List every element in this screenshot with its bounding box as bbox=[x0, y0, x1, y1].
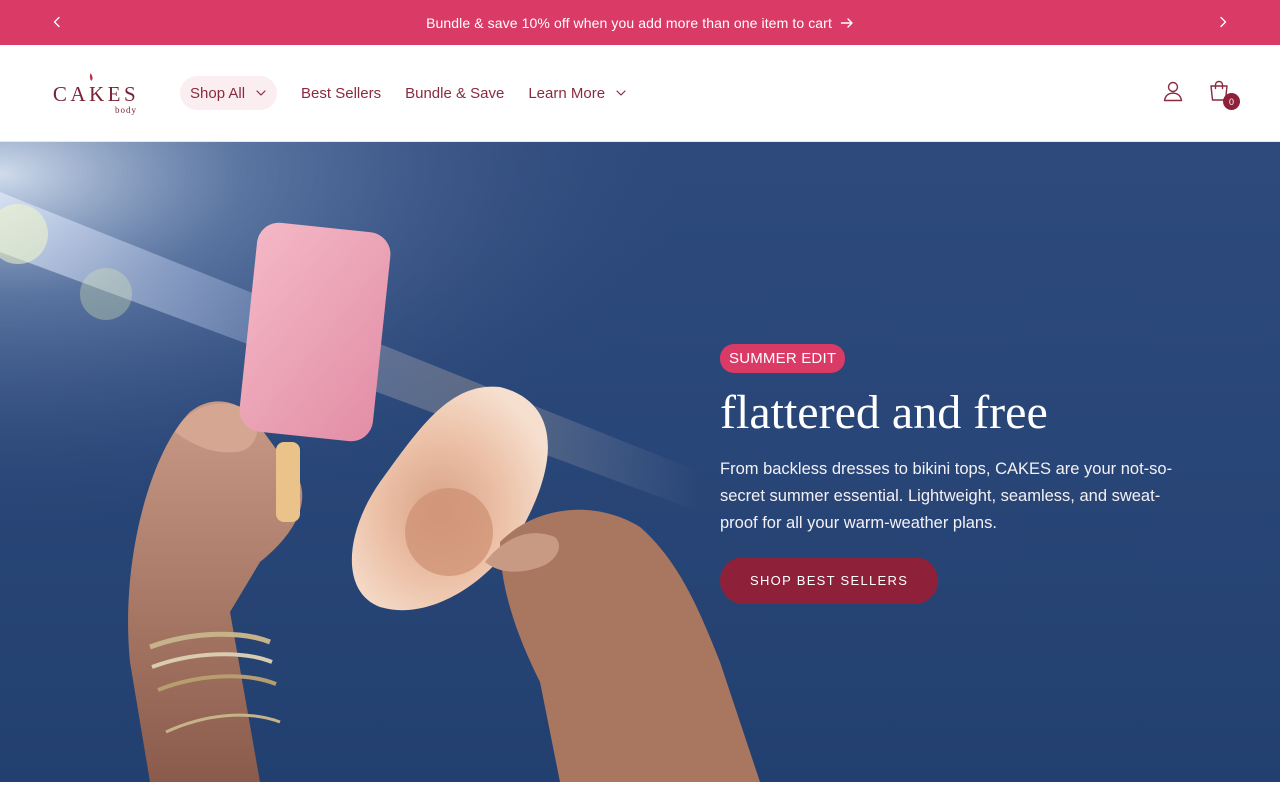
shop-best-sellers-button[interactable]: SHOP BEST SELLERS bbox=[720, 556, 939, 604]
chevron-down-icon bbox=[616, 90, 626, 96]
arrow-right-icon bbox=[840, 17, 853, 28]
chevron-left-icon bbox=[53, 16, 60, 28]
announcement-text: Bundle & save 10% off when you add more … bbox=[426, 14, 832, 31]
nav-shop-all-label: Shop All bbox=[190, 84, 246, 102]
nav-best-sellers[interactable]: Best Sellers bbox=[289, 76, 393, 110]
chevron-right-icon bbox=[1220, 16, 1227, 28]
svg-text:body: body bbox=[115, 105, 137, 115]
header-actions: 0 bbox=[1160, 78, 1240, 110]
nav-bundle-save-label: Bundle & Save bbox=[405, 84, 505, 102]
nav-bundle-save[interactable]: Bundle & Save bbox=[393, 76, 516, 110]
nav-best-sellers-label: Best Sellers bbox=[301, 84, 382, 102]
hero-banner: SUMMER EDIT flattered and free From back… bbox=[0, 142, 1280, 782]
hero-description: From backless dresses to bikini tops, CA… bbox=[720, 459, 1173, 532]
hero-content: SUMMER EDIT flattered and free From back… bbox=[720, 344, 1200, 604]
announcement-prev-button[interactable] bbox=[46, 11, 68, 33]
nav-learn-more[interactable]: Learn More bbox=[516, 76, 639, 110]
hero-badge: SUMMER EDIT bbox=[720, 344, 846, 373]
cakes-logo[interactable]: CAKES body bbox=[48, 69, 144, 117]
cart-count-badge: 0 bbox=[1223, 93, 1240, 110]
account-button[interactable] bbox=[1160, 78, 1186, 104]
page-bottom-strip bbox=[0, 782, 1280, 800]
svg-text:CAKES: CAKES bbox=[53, 82, 139, 106]
announcement-next-button[interactable] bbox=[1212, 11, 1234, 33]
hero-title: flattered and free bbox=[720, 386, 1048, 439]
chevron-down-icon bbox=[256, 90, 266, 96]
site-header: CAKES body Shop All Best Sellers Bundle … bbox=[0, 45, 1280, 142]
user-icon bbox=[1163, 81, 1183, 102]
main-nav: Shop All Best Sellers Bundle & Save Lear… bbox=[180, 76, 639, 110]
announcement-link[interactable]: Bundle & save 10% off when you add more … bbox=[426, 15, 854, 31]
cart-button[interactable]: 0 bbox=[1206, 78, 1240, 110]
nav-learn-more-label: Learn More bbox=[528, 84, 606, 102]
nav-shop-all[interactable]: Shop All bbox=[180, 76, 278, 110]
announcement-bar: Bundle & save 10% off when you add more … bbox=[0, 0, 1280, 45]
